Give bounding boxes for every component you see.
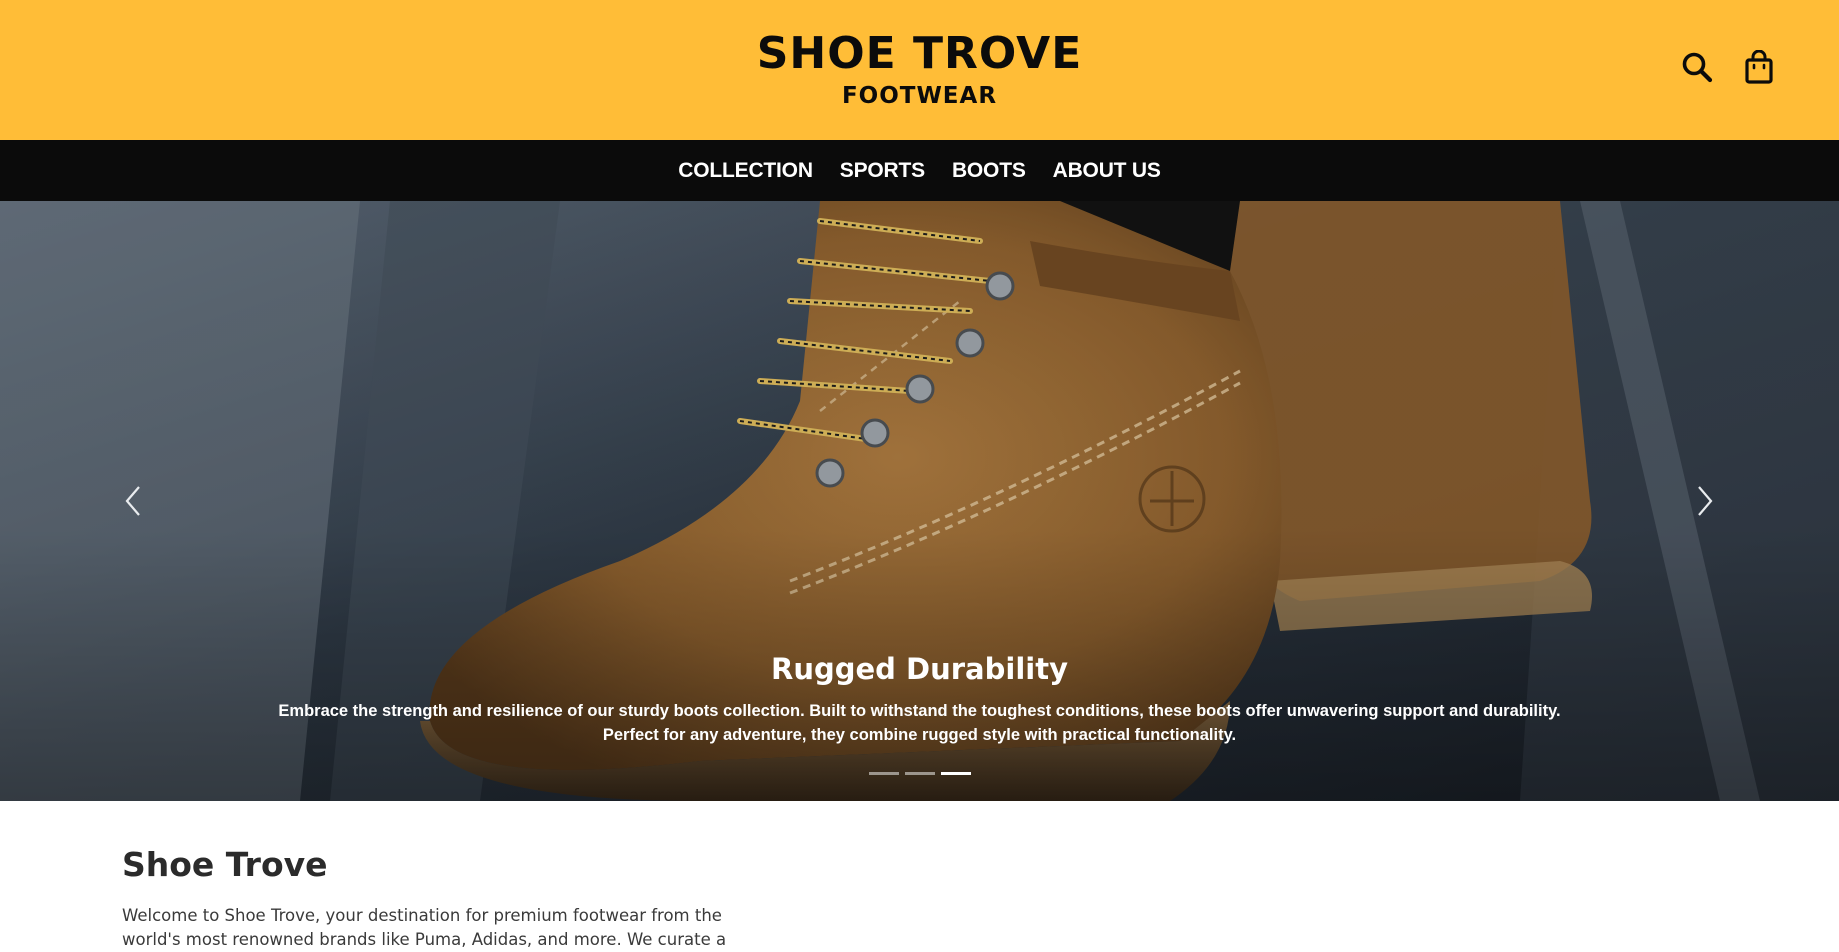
about-title: Shoe Trove bbox=[122, 845, 328, 884]
brand-title: SHOE TROVE bbox=[756, 28, 1083, 79]
shopping-bag-icon[interactable] bbox=[1741, 48, 1777, 86]
main-nav: COLLECTION SPORTS BOOTS ABOUT US bbox=[0, 140, 1839, 201]
hero-carousel: Rugged Durability Embrace the strength a… bbox=[0, 201, 1839, 801]
slide-caption: Rugged Durability Embrace the strength a… bbox=[0, 652, 1839, 747]
brand-logo[interactable]: SHOE TROVE FOOTWEAR bbox=[0, 30, 1839, 110]
nav-item-sports[interactable]: SPORTS bbox=[840, 159, 925, 183]
nav-item-about-us[interactable]: ABOUT US bbox=[1053, 159, 1161, 183]
site-header: SHOE TROVE FOOTWEAR bbox=[0, 0, 1839, 140]
carousel-indicator-3[interactable] bbox=[940, 772, 971, 775]
slide-description-line-2: Perfect for any adventure, they combine … bbox=[602, 726, 1237, 744]
about-section: Shoe Trove Welcome to Shoe Trove, your d… bbox=[122, 845, 762, 952]
carousel-indicator-2[interactable] bbox=[904, 772, 935, 775]
chevron-right-icon[interactable] bbox=[1690, 480, 1720, 522]
nav-item-boots[interactable]: BOOTS bbox=[952, 159, 1026, 183]
slide-description: Embrace the strength and resilience of o… bbox=[270, 699, 1570, 747]
search-icon[interactable] bbox=[1679, 48, 1715, 86]
header-actions bbox=[1679, 48, 1777, 86]
nav-item-collection[interactable]: COLLECTION bbox=[678, 159, 813, 183]
chevron-left-icon[interactable] bbox=[118, 480, 148, 522]
slide-description-line-1: Embrace the strength and resilience of o… bbox=[278, 702, 1561, 720]
carousel-indicators bbox=[0, 772, 1839, 775]
slide-title: Rugged Durability bbox=[771, 652, 1068, 686]
carousel-indicator-1[interactable] bbox=[868, 772, 899, 775]
brand-subtitle: FOOTWEAR bbox=[841, 83, 998, 109]
